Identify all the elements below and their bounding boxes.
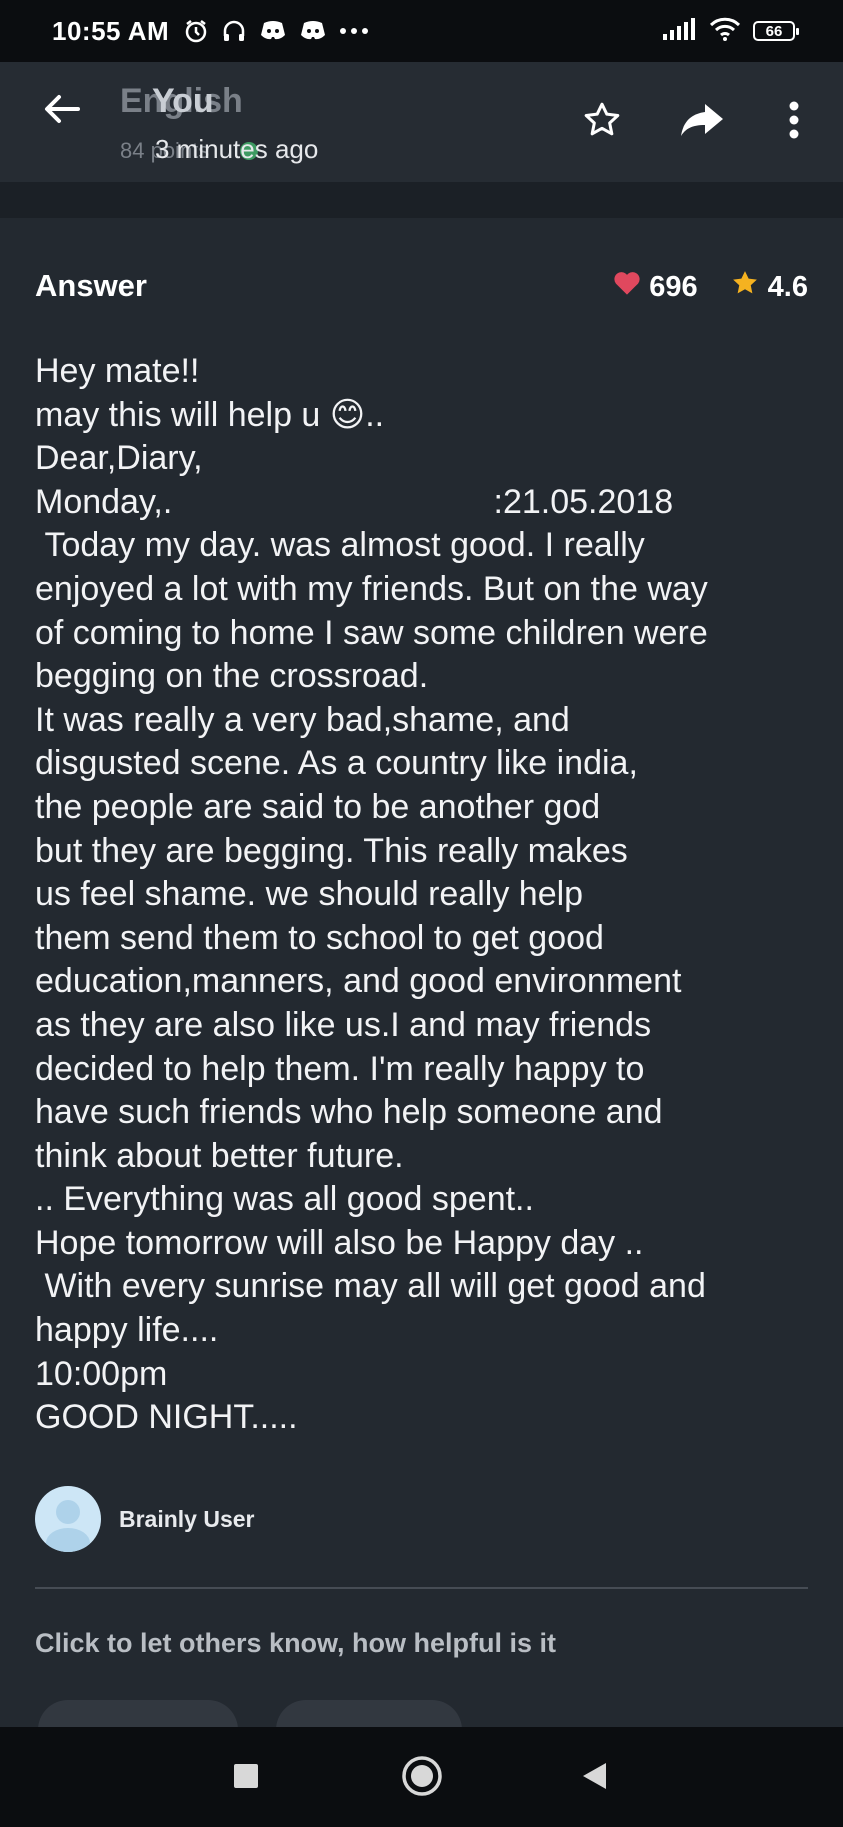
recents-button[interactable] [220,1752,272,1804]
status-time: 10:55 AM [52,15,170,46]
share-icon [679,100,725,145]
star-outline-icon [582,100,622,145]
battery-icon: 66 [753,21,799,41]
answer-line: Monday,. :21.05.2018 [35,482,674,521]
answer-stats: 696 4.6 [613,268,808,306]
headphones-icon [221,18,247,44]
answer-line: 10:00pm [35,1354,168,1393]
likes-count: 696 [649,270,698,303]
nav-back-button[interactable] [568,1752,620,1804]
discord-icon [299,19,327,43]
bookmark-button[interactable] [580,100,624,144]
answer-line: as they are also like us.I and may frien… [35,1005,652,1044]
answer-line: us feel shame. we should really help [35,875,584,914]
page-title: You [152,82,214,120]
home-button[interactable] [396,1752,448,1804]
answer-line: may this will help u 😊.. [35,395,385,434]
system-nav-bar [0,1727,843,1827]
answer-line: begging on the crossroad. [35,657,429,696]
wifi-icon [709,17,741,46]
answer-line: Hey mate!! [35,352,200,390]
system-indicators: 66 [663,17,799,46]
status-bar: 10:55 AM 66 [0,0,843,62]
more-dots-icon [339,26,369,36]
answer-line: have such friends who help someone and [35,1093,663,1132]
rating-stat: 4.6 [730,268,808,306]
answer-text: Hey mate!! may this will help u 😊.. Dear… [35,350,825,1440]
more-options-button[interactable] [772,100,816,144]
answer-line: It was really a very bad,shame, and [35,700,570,739]
app-header: English You 84 points 3 minutes ago [0,62,843,182]
signal-icon [663,17,697,45]
likes-stat[interactable]: 696 [613,270,698,304]
notification-icons [183,18,369,44]
answer-line: Dear,Diary, [35,439,203,478]
recents-square-icon [233,1763,259,1794]
answer-line: the people are said to be another god [35,787,601,826]
answer-line: think about better future. [35,1136,404,1175]
helpful-prompt: Click to let others know, how helpful is… [35,1628,557,1658]
answer-line: disgusted scene. As a country like india… [35,744,638,783]
answer-line: decided to help them. I'm really happy t… [35,1049,645,1088]
answer-line: education,manners, and good environment [35,962,682,1001]
divider [35,1587,808,1589]
more-vertical-icon [788,100,800,145]
answer-line: of coming to home I saw some children we… [35,613,708,652]
answer-line: Hope tomorrow will also be Happy day .. [35,1223,644,1262]
home-circle-icon [401,1755,443,1802]
share-button[interactable] [680,100,724,144]
answer-line: GOOD NIGHT..... [35,1398,298,1437]
back-arrow-icon [42,93,80,130]
rating-value: 4.6 [767,270,808,303]
heart-icon [613,270,641,304]
back-triangle-icon [580,1761,608,1796]
answer-line: .. Everything was all good spent.. [35,1180,534,1219]
timestamp: 3 minutes ago [155,134,319,164]
star-filled-icon [730,268,760,306]
alarm-icon [183,18,209,44]
answer-line: enjoyed a lot with my friends. But on th… [35,569,708,608]
answer-line: but they are begging. This really makes [35,831,628,870]
section-divider [0,182,843,218]
discord-icon [259,19,287,43]
avatar[interactable] [35,1486,101,1552]
author-row[interactable]: Brainly User [35,1486,255,1552]
answer-line: happy life.... [35,1311,219,1350]
back-button[interactable] [38,88,84,134]
answer-line: Today my day. was almost good. I really [35,526,645,565]
author-name[interactable]: Brainly User [119,1506,255,1533]
answer-heading: Answer [35,268,147,303]
answer-line: them send them to school to get good [35,918,604,957]
answer-line: With every sunrise may all will get good… [35,1267,706,1306]
